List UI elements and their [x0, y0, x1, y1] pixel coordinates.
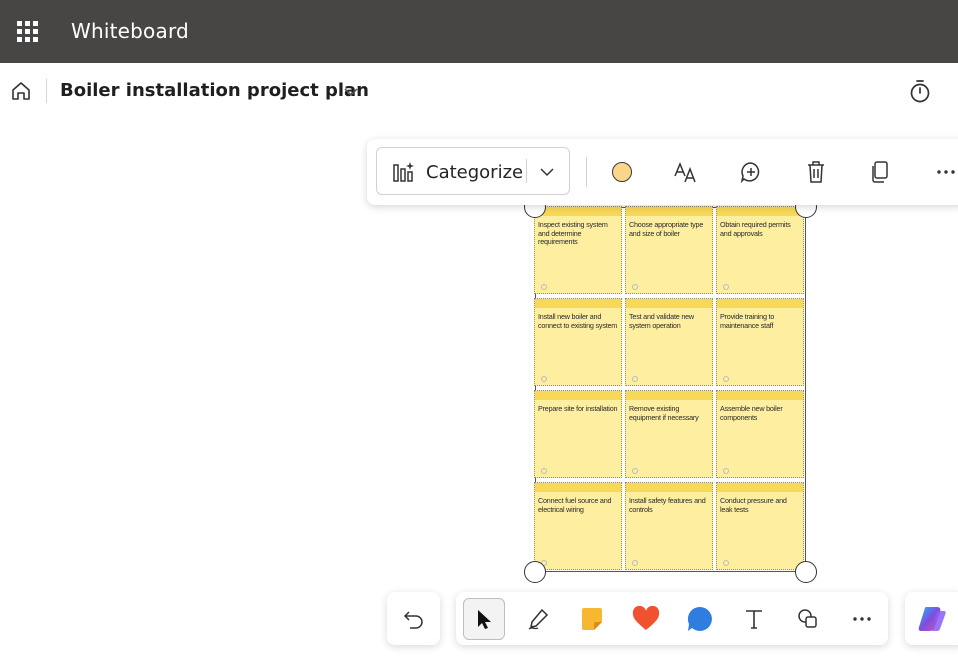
- undo-button[interactable]: [387, 592, 440, 645]
- chevron-down-icon[interactable]: [342, 83, 360, 101]
- color-picker-button[interactable]: [606, 156, 638, 188]
- sticky-note-text: Prepare site for installation: [538, 404, 618, 413]
- add-comment-icon: [740, 162, 760, 184]
- sticky-note-text: Inspect existing system and determine re…: [538, 220, 608, 247]
- trash-icon: [808, 161, 824, 183]
- select-tool-button[interactable]: [463, 598, 505, 640]
- sticky-note-text: Test and validate new system operation: [629, 312, 694, 330]
- categorize-label: Categorize: [426, 162, 524, 183]
- color-swatch-icon: [612, 162, 632, 182]
- chevron-down-icon[interactable]: [537, 162, 557, 182]
- sticky-note[interactable]: Test and validate new system operation: [625, 298, 713, 386]
- sticky-note[interactable]: Assemble new boiler components: [716, 390, 804, 478]
- author-avatar-icon: [632, 468, 638, 474]
- home-icon[interactable]: [10, 80, 32, 102]
- sticky-note[interactable]: Choose appropriate type and size of boil…: [625, 206, 713, 294]
- shapes-tool-button[interactable]: [787, 598, 829, 640]
- text-tool-button[interactable]: [733, 598, 775, 640]
- sticky-note[interactable]: Inspect existing system and determine re…: [534, 206, 622, 294]
- pen-icon: [528, 608, 549, 630]
- resize-handle-bottom-left[interactable]: [524, 561, 546, 583]
- sticky-note-header: [626, 207, 712, 216]
- app-header: Whiteboard: [0, 0, 958, 63]
- sticky-note[interactable]: Remove existing equipment if necessary: [625, 390, 713, 478]
- sticky-note-header: [626, 299, 712, 308]
- comment-bubble-icon: [687, 606, 712, 631]
- author-avatar-icon: [723, 284, 729, 290]
- whiteboard-app: Whiteboard Boiler installation project p…: [0, 0, 958, 661]
- app-title: Whiteboard: [71, 19, 189, 43]
- sticky-note-text: Choose appropriate type and size of boil…: [629, 220, 704, 238]
- resize-handle-bottom-right[interactable]: [795, 561, 817, 583]
- author-avatar-icon: [723, 468, 729, 474]
- author-avatar-icon: [541, 376, 547, 382]
- sticky-note[interactable]: Conduct pressure and leak tests: [716, 482, 804, 570]
- more-horizontal-icon: [937, 170, 955, 174]
- title-separator: [46, 79, 47, 103]
- reactions-tool-button[interactable]: [625, 598, 667, 640]
- sticky-note[interactable]: Obtain required permits and approvals: [716, 206, 804, 294]
- sticky-note-header: [717, 391, 803, 400]
- comment-tool-button[interactable]: [679, 598, 721, 640]
- pointer-icon: [478, 610, 491, 629]
- author-avatar-icon: [541, 284, 547, 290]
- sticky-note-header: [535, 207, 621, 216]
- shapes-icon: [798, 609, 817, 628]
- sticky-note-text: Provide training to maintenance staff: [720, 312, 775, 330]
- drawing-toolbar: [456, 592, 888, 645]
- board-title[interactable]: Boiler installation project plan: [60, 80, 369, 101]
- author-avatar-icon: [723, 376, 729, 382]
- sticky-note-header: [717, 207, 803, 216]
- sticky-note-icon: [582, 608, 602, 630]
- text-size-icon: [674, 162, 696, 183]
- undo-icon: [403, 610, 423, 629]
- sticky-note-text: Conduct pressure and leak tests: [720, 496, 787, 514]
- more-horizontal-icon: [853, 617, 871, 621]
- text-icon: [746, 610, 762, 629]
- sticky-note-text: Assemble new boiler components: [720, 404, 783, 422]
- delete-button[interactable]: [800, 156, 832, 188]
- author-avatar-icon: [723, 560, 729, 566]
- sticky-note-header: [717, 483, 803, 492]
- app-launcher-icon[interactable]: [17, 21, 38, 42]
- copilot-button[interactable]: [905, 592, 958, 645]
- toolbar-separator: [586, 157, 587, 187]
- author-avatar-icon: [632, 284, 638, 290]
- sticky-note[interactable]: Provide training to maintenance staff: [716, 298, 804, 386]
- author-avatar-icon: [632, 376, 638, 382]
- sticky-note-text: Connect fuel source and electrical wirin…: [538, 496, 612, 514]
- sticky-note[interactable]: Prepare site for installation: [534, 390, 622, 478]
- categorize-button[interactable]: Categorize: [376, 147, 570, 195]
- split-divider: [526, 159, 527, 183]
- sticky-note-tool-button[interactable]: [571, 598, 613, 640]
- categorize-icon: [393, 162, 414, 182]
- more-options-button[interactable]: [930, 156, 958, 188]
- sticky-note-header: [535, 299, 621, 308]
- copy-icon: [872, 161, 888, 183]
- author-avatar-icon: [541, 468, 547, 474]
- copilot-icon: [918, 606, 946, 631]
- sticky-note-header: [717, 299, 803, 308]
- copy-button[interactable]: [864, 156, 896, 188]
- sticky-note-header: [535, 391, 621, 400]
- sticky-note-text: Remove existing equipment if necessary: [629, 404, 699, 422]
- sticky-note-header: [626, 391, 712, 400]
- sticky-note[interactable]: Install safety features and controls: [625, 482, 713, 570]
- add-reaction-button[interactable]: [735, 156, 767, 188]
- sticky-note-text: Obtain required permits and approvals: [720, 220, 791, 238]
- sticky-note[interactable]: Connect fuel source and electrical wirin…: [534, 482, 622, 570]
- context-toolbar: Categorize: [367, 139, 958, 205]
- sticky-note-text: Install new boiler and connect to existi…: [538, 312, 618, 330]
- timer-icon[interactable]: [908, 78, 932, 104]
- heart-icon: [632, 606, 660, 630]
- sticky-note[interactable]: Install new boiler and connect to existi…: [534, 298, 622, 386]
- pen-tool-button[interactable]: [517, 598, 559, 640]
- sticky-note-header: [535, 483, 621, 492]
- sticky-note-header: [626, 483, 712, 492]
- board-title-bar: Boiler installation project plan: [0, 63, 958, 119]
- author-avatar-icon: [632, 560, 638, 566]
- text-format-button[interactable]: [670, 156, 702, 188]
- more-tools-button[interactable]: [841, 598, 883, 640]
- sticky-note-text: Install safety features and controls: [629, 496, 706, 514]
